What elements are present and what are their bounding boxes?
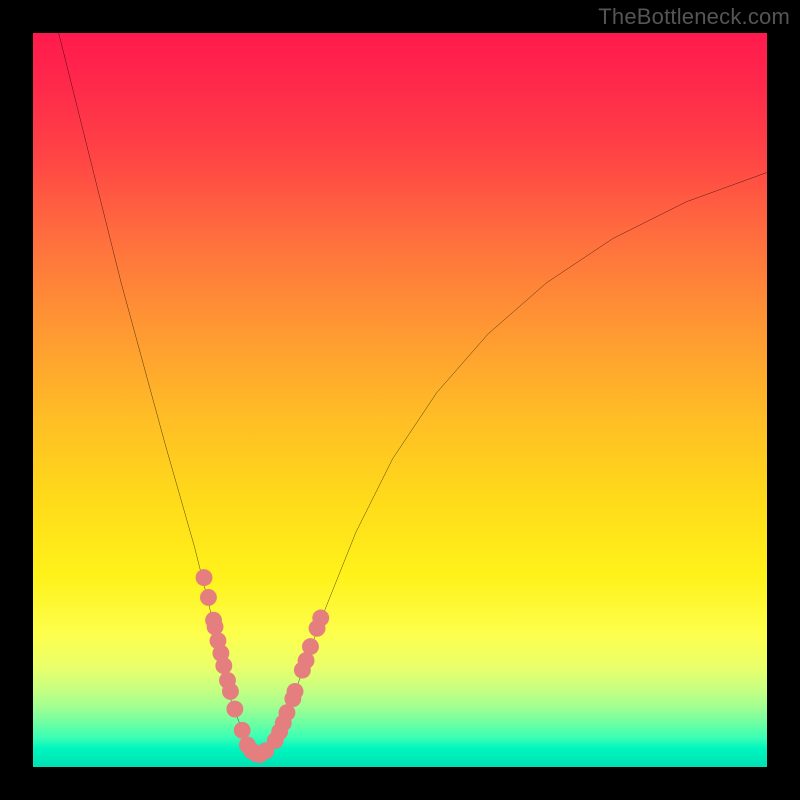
highlight-dot: [200, 589, 217, 606]
highlight-dot: [222, 683, 239, 700]
watermark-text: TheBottleneck.com: [598, 4, 790, 30]
highlight-dot: [234, 722, 251, 739]
highlight-dot: [226, 701, 243, 718]
highlight-dot: [302, 638, 319, 655]
bottleneck-curve: [59, 33, 767, 759]
highlight-dots: [196, 569, 330, 763]
highlight-dot: [312, 610, 329, 627]
curve-svg: [33, 33, 767, 767]
highlight-dot: [196, 569, 213, 586]
plot-area: [33, 33, 767, 767]
chart-frame: TheBottleneck.com: [0, 0, 800, 800]
highlight-dot: [287, 683, 304, 700]
highlight-dot: [215, 657, 232, 674]
highlight-dot: [207, 618, 224, 635]
